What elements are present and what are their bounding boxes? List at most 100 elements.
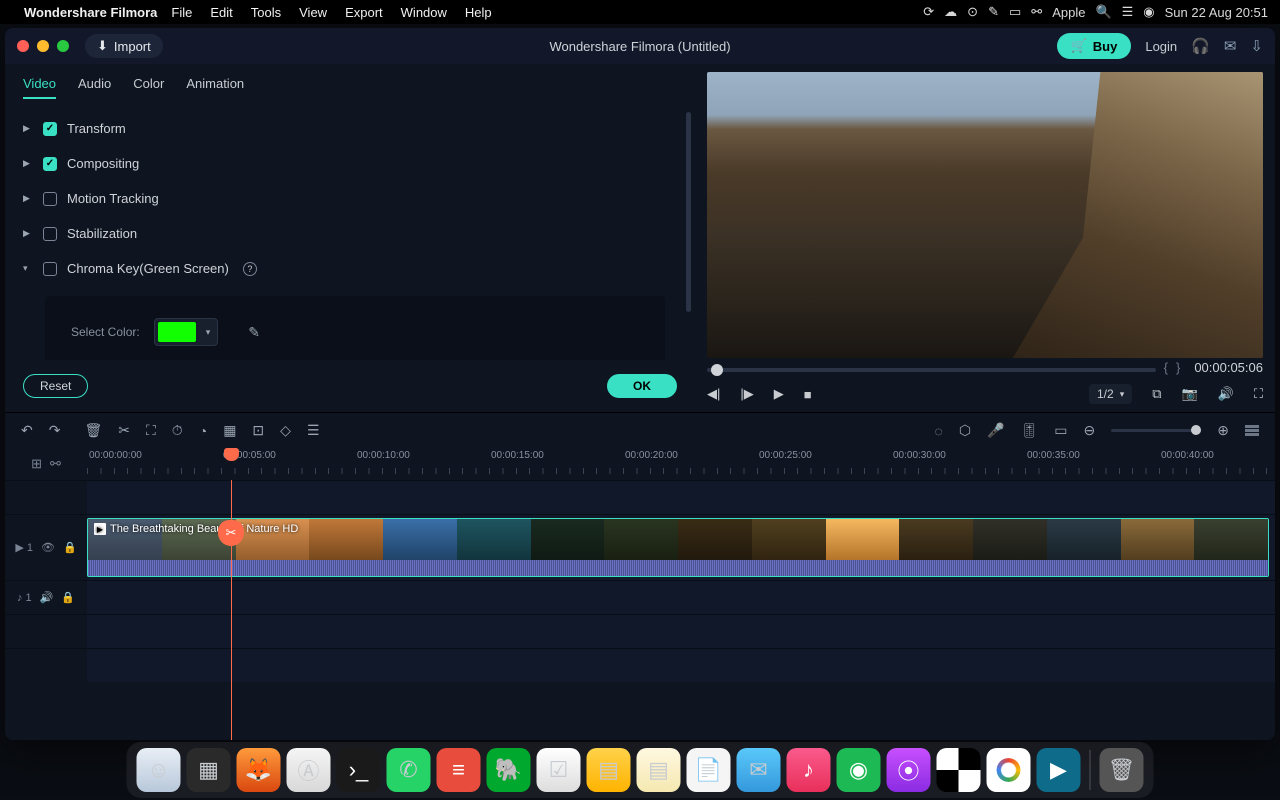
menu-tools[interactable]: Tools [251,5,281,20]
cut-icon[interactable]: ✂ [118,422,130,439]
menu-file[interactable]: File [171,5,192,20]
menu-window[interactable]: Window [401,5,447,20]
display-icon[interactable]: ⧉ [1152,386,1161,402]
checkbox-transform[interactable]: ✓ [43,122,57,136]
dock-trash-icon[interactable]: 🗑 [1100,748,1144,792]
record-icon[interactable]: 🎤 [987,422,1004,439]
mark-out-icon[interactable]: } [1176,360,1180,375]
visibility-icon[interactable]: 👁 [41,541,55,554]
zoom-out-icon[interactable]: ⊖ [1084,422,1096,439]
status-link-icon[interactable]: ⚯ [1031,4,1042,20]
dock-evernote-icon[interactable]: 🐘 [487,748,531,792]
crop-icon[interactable]: ⛶ [146,422,156,439]
stop-button[interactable]: ■ [804,387,812,402]
add-track-icon[interactable]: ⊞ [31,456,42,472]
status-battery-icon[interactable]: ▭ [1009,4,1021,20]
buy-button[interactable]: 🛒 Buy [1057,33,1132,59]
reset-button[interactable]: Reset [23,374,88,398]
dock-finder-icon[interactable]: ☺ [137,748,181,792]
checkbox-motion-tracking[interactable] [43,192,57,206]
preview-viewport[interactable] [707,72,1263,358]
import-button[interactable]: ⬇ Import [85,34,163,58]
scrub-thumb[interactable] [711,364,723,376]
help-icon[interactable]: ? [243,262,257,276]
fullscreen-icon[interactable]: ⛶ [1254,386,1263,402]
audio-track-body[interactable] [87,581,1275,614]
checkbox-stabilization[interactable] [43,227,57,241]
playback-speed[interactable]: 1/2 ▾ [1089,384,1132,404]
menu-edit[interactable]: Edit [210,5,232,20]
zoom-in-icon[interactable]: ⊕ [1217,422,1229,439]
tab-video[interactable]: Video [23,76,56,99]
status-sync-icon[interactable]: ⟳ [923,4,934,20]
prop-chroma-key[interactable]: ▾ Chroma Key(Green Screen) ? [5,251,695,286]
zoom-slider[interactable] [1111,429,1201,432]
dock-reminders-icon[interactable]: ☑ [537,748,581,792]
keyframe-icon[interactable]: ◇ [280,422,291,439]
mute-icon[interactable]: 🔊 [40,591,54,604]
status-cloud-icon[interactable]: ☁ [944,4,957,20]
prop-compositing[interactable]: ▶ ✓ Compositing [5,146,695,181]
video-track-body[interactable]: ▶ The Breathtaking Beauty of Nature HD [87,515,1275,580]
headphones-icon[interactable]: 🎧 [1191,37,1210,55]
close-icon[interactable] [17,40,29,52]
control-center-icon[interactable]: ☰ [1122,4,1134,20]
dock-terminal-icon[interactable]: ›_ [337,748,381,792]
menubar-app-name[interactable]: Wondershare Filmora [24,5,157,20]
minimize-icon[interactable] [37,40,49,52]
dock-music-icon[interactable]: ♪ [787,748,831,792]
mark-in-icon[interactable]: { [1164,360,1168,375]
menubar-clock[interactable]: Sun 22 Aug 20:51 [1165,5,1268,20]
dock-mail-icon[interactable]: ✉ [737,748,781,792]
video-clip[interactable]: ▶ The Breathtaking Beauty of Nature HD [87,518,1269,577]
dock-spotify-icon[interactable]: ◉ [837,748,881,792]
settings-icon[interactable]: ☰ [307,422,320,439]
prev-frame-button[interactable]: ◀| [707,386,720,402]
dock-chrome-icon[interactable] [987,748,1031,792]
lock-icon[interactable]: 🔒 [63,541,77,554]
delete-icon[interactable]: 🗑 [84,422,102,439]
prop-transform[interactable]: ▶ ✓ Transform [5,111,695,146]
redo-icon[interactable]: ↷ [49,422,61,439]
ok-button[interactable]: OK [607,374,677,398]
marker-icon[interactable]: ⬡ [959,422,971,439]
next-frame-button[interactable]: |▶ [740,386,753,402]
preview-scrubber[interactable] [707,368,1156,372]
spotlight-icon[interactable]: 🔍 [1095,4,1111,20]
play-button[interactable]: ▶ [774,386,784,402]
download-icon[interactable]: ⇩ [1250,37,1263,55]
menu-help[interactable]: Help [465,5,492,20]
dock-filmora-icon[interactable]: ▶ [1037,748,1081,792]
snapshot-icon[interactable]: 📷 [1182,386,1198,402]
track-view-toggle[interactable] [1245,425,1259,436]
checkbox-compositing[interactable]: ✓ [43,157,57,171]
lock-icon[interactable]: 🔒 [61,591,75,604]
tab-color[interactable]: Color [133,76,164,99]
tab-audio[interactable]: Audio [78,76,111,99]
checkbox-chroma-key[interactable] [43,262,57,276]
login-link[interactable]: Login [1145,39,1177,54]
siri-icon[interactable]: ◉ [1143,4,1154,20]
undo-icon[interactable]: ↶ [21,422,33,439]
tab-animation[interactable]: Animation [186,76,244,99]
properties-scrollbar[interactable] [686,112,691,312]
link-icon[interactable]: ⚯ [50,456,61,472]
dock-launchpad-icon[interactable]: ▦ [187,748,231,792]
menu-export[interactable]: Export [345,5,383,20]
eyedropper-icon[interactable]: ✎ [248,324,260,341]
detach-icon[interactable]: ⊡ [252,422,264,439]
color-icon[interactable]: ◔ [199,423,207,439]
render-icon[interactable]: ◌ [935,423,943,439]
dock-notes-icon[interactable]: ▤ [587,748,631,792]
status-play-icon[interactable]: ⊙ [967,4,978,20]
menu-view[interactable]: View [299,5,327,20]
audio-mixer-icon[interactable]: 🎚 [1021,422,1039,439]
mail-icon[interactable]: ✉ [1224,37,1237,55]
adjustment-icon[interactable]: ▭ [1054,422,1067,439]
green-screen-icon[interactable]: ▦ [223,422,236,439]
timeline-ruler[interactable]: 00:00:00:00 00:00:05:00 00:00:10:00 00:0… [87,448,1275,480]
dock-chess-icon[interactable] [937,748,981,792]
dock-whatsapp-icon[interactable]: ✆ [387,748,431,792]
color-picker-button[interactable]: ▾ [154,318,219,346]
dock-todoist-icon[interactable]: ≡ [437,748,481,792]
